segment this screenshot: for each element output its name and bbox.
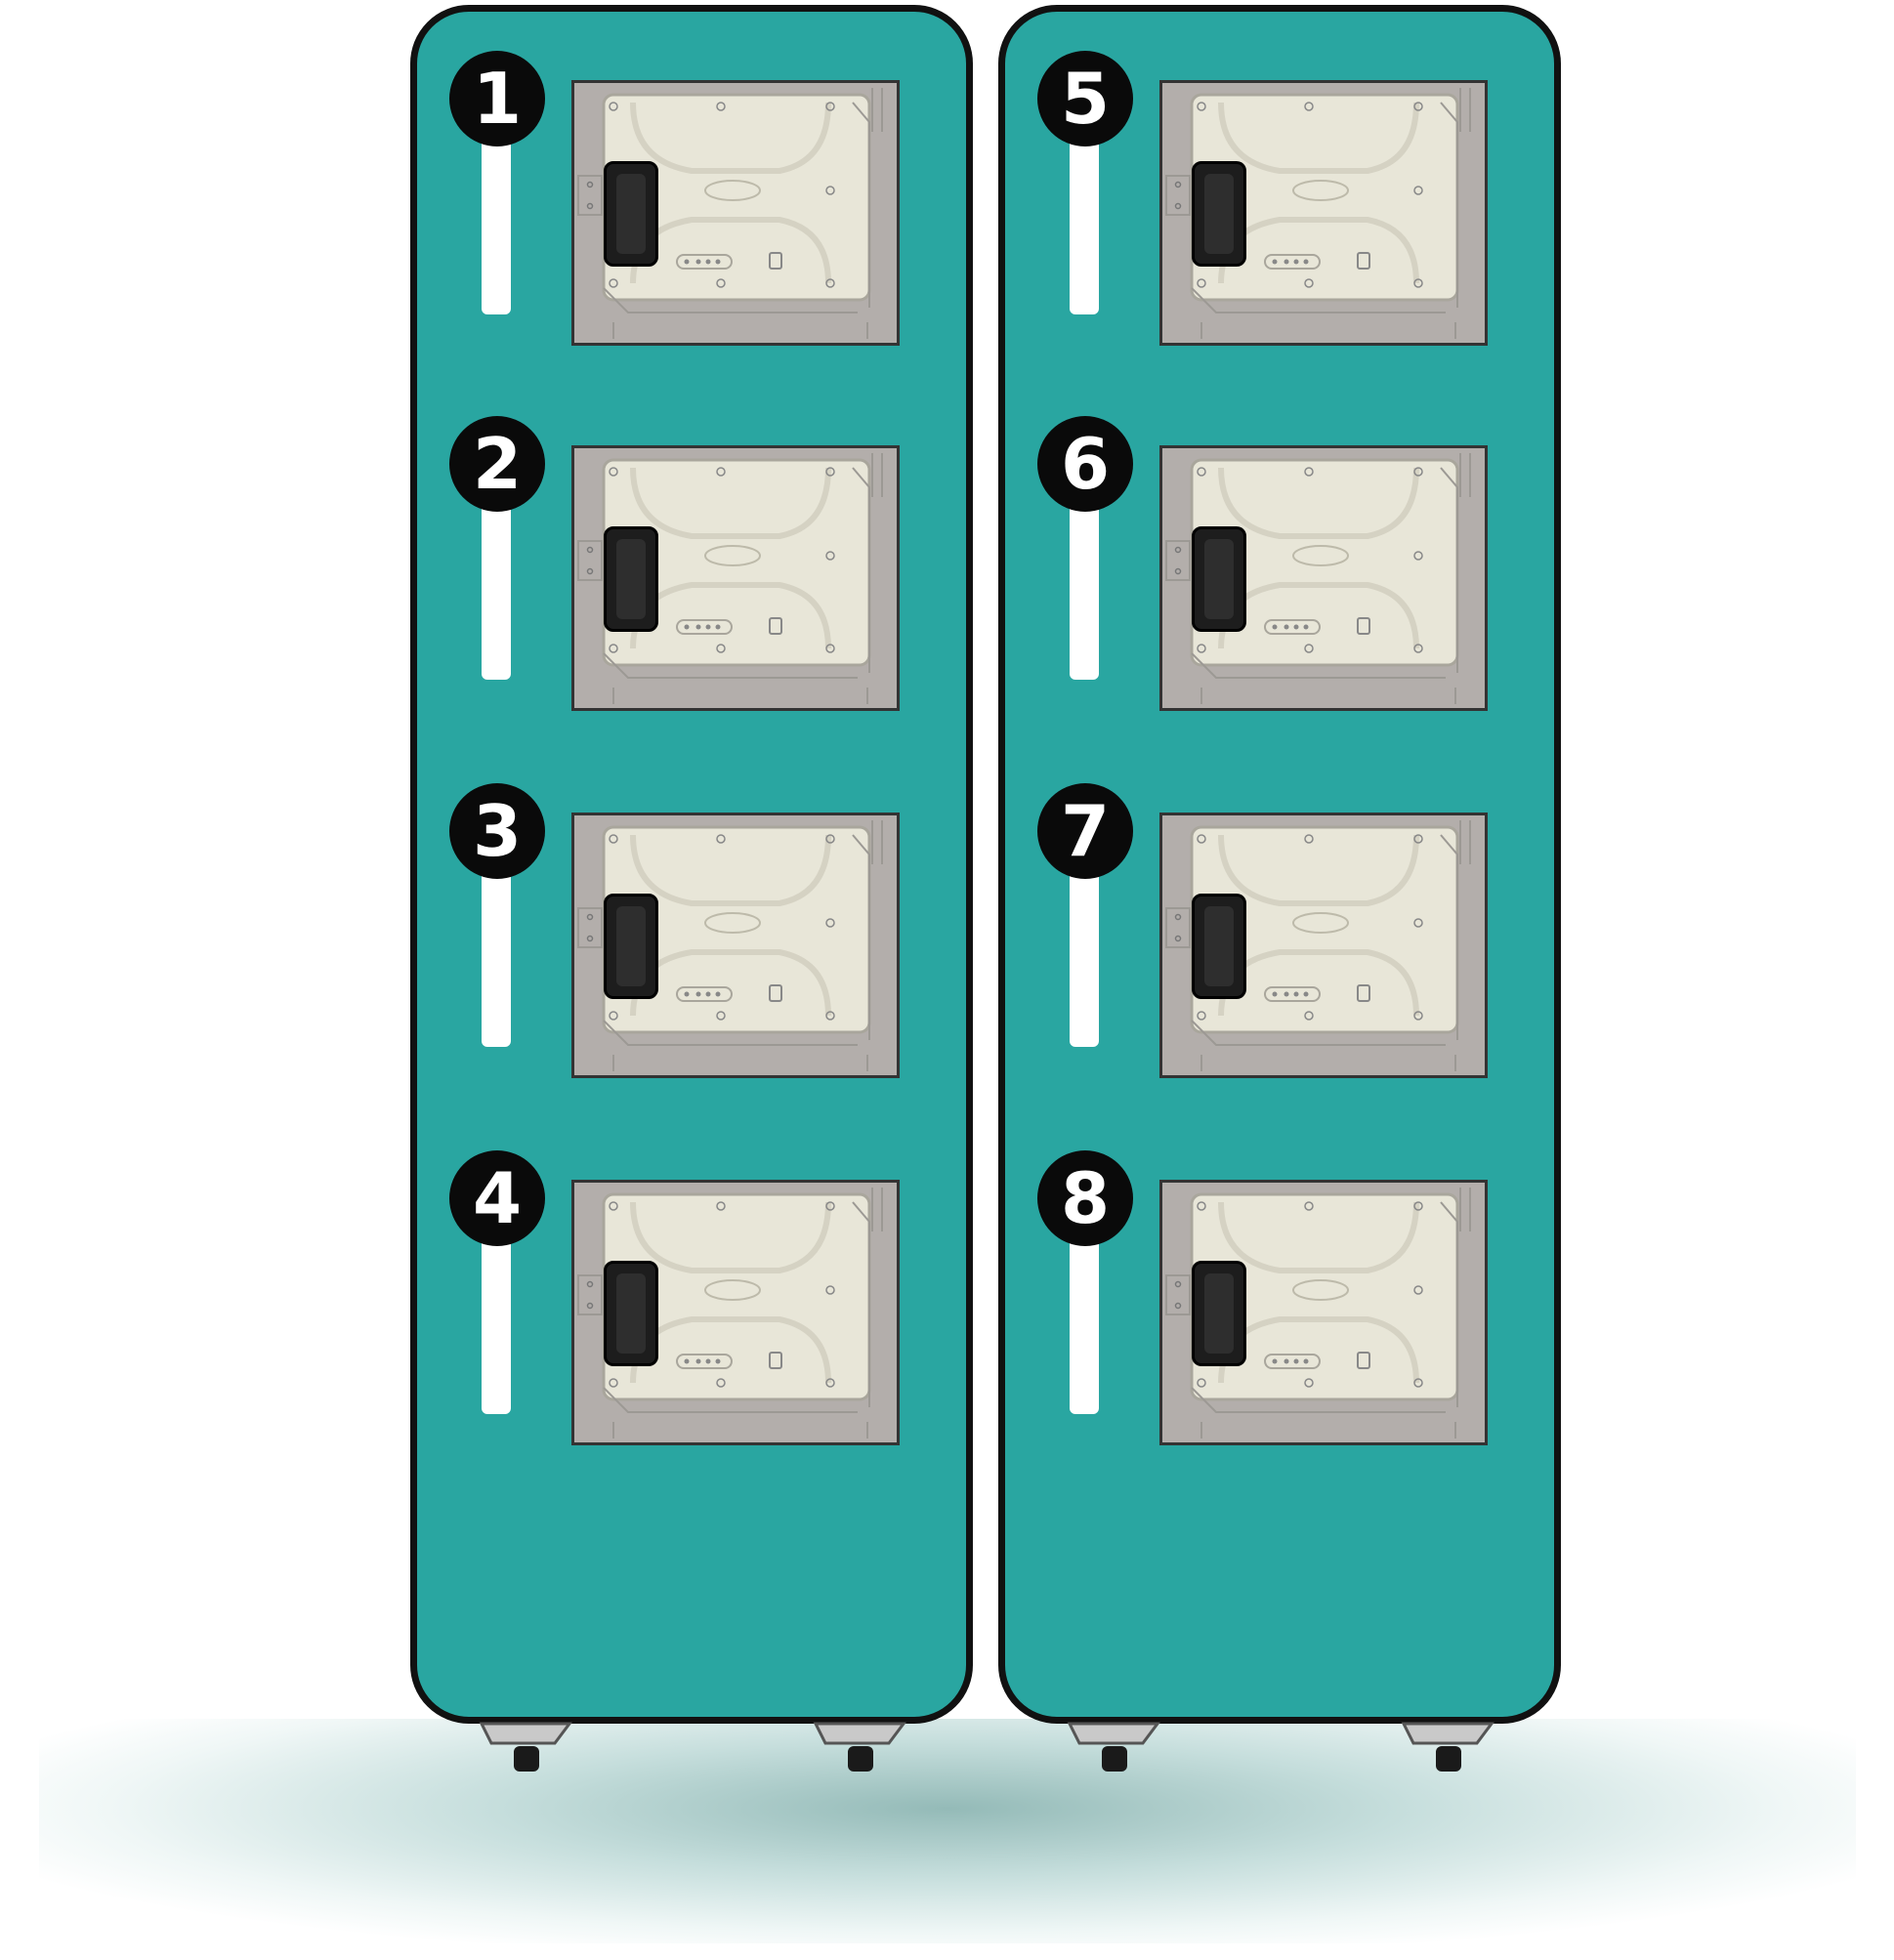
- door-handle[interactable]: [1192, 894, 1246, 999]
- door-handle[interactable]: [604, 526, 658, 632]
- locker-number-badge: 4: [449, 1150, 545, 1246]
- locker-8[interactable]: 8: [1005, 1111, 1554, 1482]
- door-handle[interactable]: [604, 894, 658, 999]
- status-light-strip: [482, 852, 511, 1047]
- locker-7[interactable]: 7: [1005, 744, 1554, 1115]
- locker-door[interactable]: [571, 1180, 900, 1445]
- locker-door[interactable]: [1159, 445, 1488, 711]
- status-light-strip: [1070, 852, 1099, 1047]
- locker-door[interactable]: [1159, 1180, 1488, 1445]
- locker-door[interactable]: [571, 445, 900, 711]
- locker-number-badge: 1: [449, 51, 545, 146]
- door-handle[interactable]: [604, 161, 658, 267]
- locker-6[interactable]: 6: [1005, 377, 1554, 748]
- status-light-strip: [1070, 484, 1099, 680]
- status-light-strip: [1070, 1219, 1099, 1414]
- door-handle[interactable]: [604, 1261, 658, 1366]
- caster-wheel-icon: [1401, 1722, 1494, 1772]
- locker-5[interactable]: 5: [1005, 12, 1554, 383]
- locker-3[interactable]: 3: [417, 744, 966, 1115]
- door-handle[interactable]: [1192, 526, 1246, 632]
- status-light-strip: [482, 1219, 511, 1414]
- locker-1[interactable]: 1: [417, 12, 966, 383]
- locker-number-badge: 6: [1037, 416, 1133, 512]
- status-light-strip: [1070, 119, 1099, 314]
- caster-wheel-icon: [813, 1722, 906, 1772]
- cabinet-right: 5 6 7 8: [998, 5, 1561, 1724]
- locker-number-badge: 3: [449, 783, 545, 879]
- locker-number-badge: 2: [449, 416, 545, 512]
- locker-number-badge: 5: [1037, 51, 1133, 146]
- locker-number-badge: 7: [1037, 783, 1133, 879]
- locker-door[interactable]: [1159, 80, 1488, 346]
- status-light-strip: [482, 484, 511, 680]
- locker-door[interactable]: [571, 813, 900, 1078]
- door-handle[interactable]: [1192, 1261, 1246, 1366]
- floor-shadow: [39, 1719, 1856, 1943]
- locker-door[interactable]: [1159, 813, 1488, 1078]
- locker-scene: 1 2 3 4 5 6 7 8: [0, 0, 1894, 1960]
- caster-wheel-icon: [1067, 1722, 1160, 1772]
- door-handle[interactable]: [1192, 161, 1246, 267]
- locker-door[interactable]: [571, 80, 900, 346]
- status-light-strip: [482, 119, 511, 314]
- locker-4[interactable]: 4: [417, 1111, 966, 1482]
- caster-wheel-icon: [479, 1722, 572, 1772]
- locker-2[interactable]: 2: [417, 377, 966, 748]
- locker-number-badge: 8: [1037, 1150, 1133, 1246]
- cabinet-left: 1 2 3 4: [410, 5, 973, 1724]
